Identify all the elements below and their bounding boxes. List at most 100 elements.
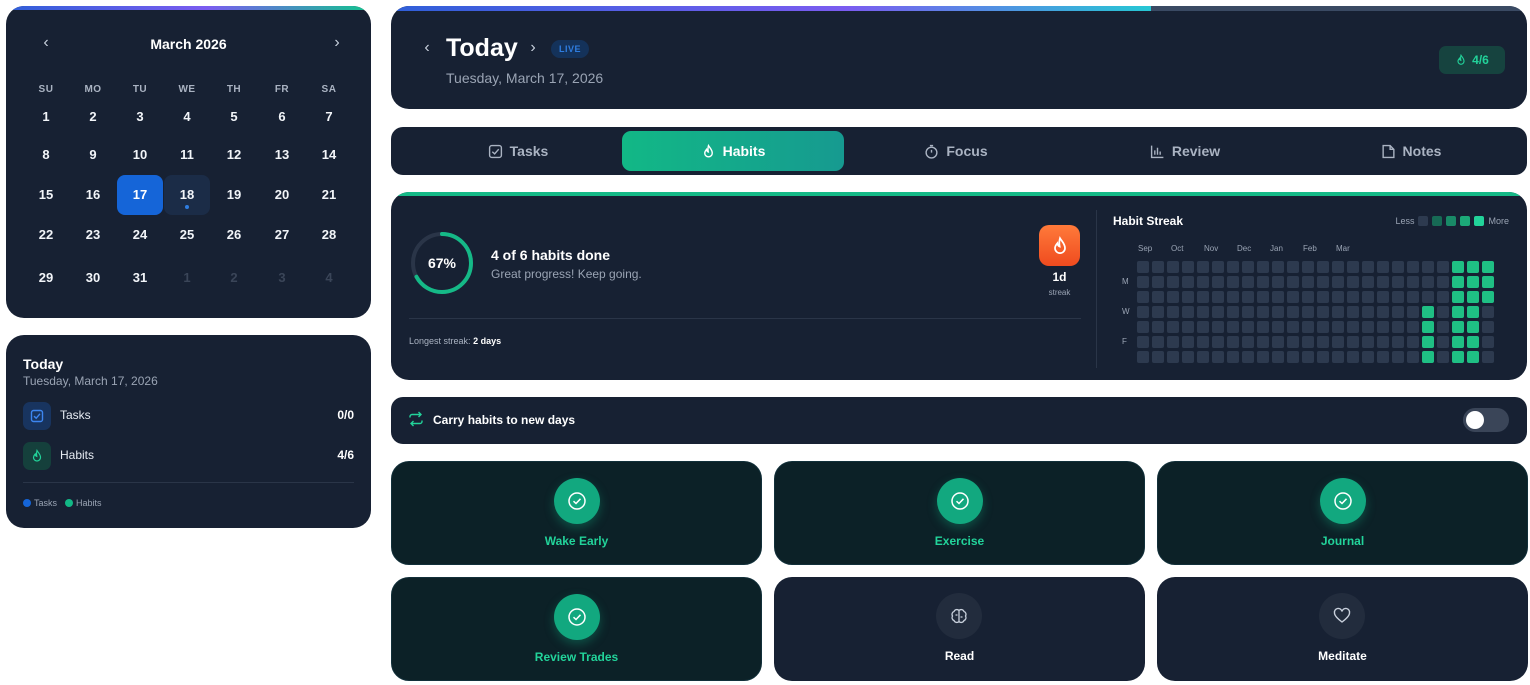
flame-icon (1053, 235, 1066, 254)
heatmap-cell (1467, 261, 1479, 273)
heatmap-cell (1332, 261, 1344, 273)
calendar-day[interactable]: 13 (259, 135, 305, 175)
heatmap-cell (1437, 306, 1449, 318)
check-circle-icon (1320, 478, 1366, 524)
calendar-day[interactable]: 7 (306, 97, 352, 137)
heatmap-cell (1242, 291, 1254, 303)
calendar-accent-bar (6, 6, 371, 10)
heatmap-cell (1242, 306, 1254, 318)
heatmap-legend-swatch (1418, 216, 1429, 226)
heatmap-legend-less: Less (1395, 216, 1415, 226)
habit-tile-read[interactable]: Read (774, 577, 1145, 681)
calendar-day[interactable]: 24 (117, 215, 163, 255)
summary-legend: Tasks Habits (23, 498, 102, 508)
tab-tasks[interactable]: Tasks (407, 131, 629, 171)
habit-tile-review-trades[interactable]: Review Trades (391, 577, 762, 681)
carry-habits-toggle[interactable] (1463, 408, 1509, 432)
heatmap-cell (1182, 261, 1194, 273)
habit-tile-wake-early[interactable]: Wake Early (391, 461, 762, 565)
heatmap-cell (1137, 321, 1149, 333)
habit-name: Wake Early (544, 534, 609, 548)
calendar-day[interactable]: 21 (306, 175, 352, 215)
heatmap-cell (1257, 261, 1269, 273)
heatmap-cell (1137, 306, 1149, 318)
calendar-day[interactable]: 6 (259, 97, 305, 137)
heatmap-cell (1422, 336, 1434, 348)
heatmap-cell (1422, 321, 1434, 333)
calendar-day[interactable]: 15 (23, 175, 69, 215)
habit-tile-exercise[interactable]: Exercise (774, 461, 1145, 565)
longest-streak: Longest streak: 2 days (409, 336, 501, 346)
calendar-header: ‹ March 2026 › (6, 34, 371, 54)
heatmap-cell (1362, 276, 1374, 288)
heatmap-cell (1197, 291, 1209, 303)
calendar-day[interactable]: 27 (259, 215, 305, 255)
calendar-day[interactable]: 3 (117, 97, 163, 137)
heatmap-cell (1152, 351, 1164, 363)
calendar-day[interactable]: 30 (70, 258, 116, 298)
calendar-day[interactable]: 26 (211, 215, 257, 255)
calendar-day[interactable]: 29 (23, 258, 69, 298)
habit-tile-meditate[interactable]: Meditate (1157, 577, 1528, 681)
check-circle-icon (937, 478, 983, 524)
calendar-day[interactable]: 11 (164, 135, 210, 175)
tab-notes[interactable]: Notes (1300, 131, 1522, 171)
legend-item-habits: Habits (65, 498, 102, 508)
calendar-day[interactable]: 5 (211, 97, 257, 137)
calendar-day[interactable]: 31 (117, 258, 163, 298)
calendar-day[interactable]: 20 (259, 175, 305, 215)
calendar-day[interactable]: 8 (23, 135, 69, 175)
calendar-day[interactable]: 9 (70, 135, 116, 175)
heatmap-legend-swatch (1474, 216, 1485, 226)
heatmap-cell (1332, 321, 1344, 333)
heatmap-cell (1152, 321, 1164, 333)
heatmap-cell (1272, 276, 1284, 288)
flame-icon (23, 442, 51, 470)
note-icon (1381, 144, 1395, 158)
chevron-right-icon[interactable]: › (327, 34, 347, 54)
calendar-day[interactable]: 4 (164, 97, 210, 137)
chevron-left-icon[interactable]: ‹ (419, 39, 435, 57)
calendar-day[interactable]: 25 (164, 215, 210, 255)
progress-accent-bar (391, 192, 1527, 196)
heatmap-cell (1137, 291, 1149, 303)
heatmap-month-label: Oct (1171, 244, 1184, 253)
heatmap-cell (1377, 351, 1389, 363)
calendar-day[interactable]: 19 (211, 175, 257, 215)
calendar-day[interactable]: 18 (164, 175, 210, 215)
heatmap-cell (1317, 336, 1329, 348)
calendar-day[interactable]: 10 (117, 135, 163, 175)
tab-habits[interactable]: Habits (622, 131, 844, 171)
calendar-day[interactable]: 28 (306, 215, 352, 255)
tab-focus[interactable]: Focus (845, 131, 1067, 171)
calendar-day[interactable]: 1 (23, 97, 69, 137)
calendar-day[interactable]: 2 (70, 97, 116, 137)
heatmap-cell (1347, 351, 1359, 363)
heatmap-cell (1332, 291, 1344, 303)
calendar-day[interactable]: 22 (23, 215, 69, 255)
habit-tile-journal[interactable]: Journal (1157, 461, 1528, 565)
legend-label-tasks: Tasks (34, 498, 58, 508)
calendar-day[interactable]: 23 (70, 215, 116, 255)
heatmap-cell (1437, 351, 1449, 363)
heatmap-cell (1167, 291, 1179, 303)
heatmap-cell (1302, 291, 1314, 303)
summary-tasks-value: 0/0 (337, 408, 354, 422)
heatmap-cell (1407, 321, 1419, 333)
tab-review[interactable]: Review (1074, 131, 1296, 171)
calendar-day[interactable]: 16 (70, 175, 116, 215)
longest-streak-label: Longest streak: (409, 336, 471, 346)
heatmap-cell (1227, 321, 1239, 333)
heatmap-cell (1167, 336, 1179, 348)
chevron-right-icon[interactable]: › (525, 39, 541, 57)
heatmap-cell (1242, 276, 1254, 288)
calendar-card: ‹ March 2026 › SU MO TU WE TH FR SA 1 2 3 4 5 6 7 8 9 10… (6, 6, 371, 318)
event-dot (185, 205, 189, 209)
calendar-day[interactable]: 12 (211, 135, 257, 175)
calendar-day[interactable]: 14 (306, 135, 352, 175)
calendar-day[interactable]: 17 (117, 175, 163, 215)
check-circle-icon (554, 478, 600, 524)
tab-habits-label: Habits (722, 143, 766, 159)
carry-habits-label: Carry habits to new days (433, 413, 576, 427)
habit-name: Journal (1320, 534, 1365, 548)
